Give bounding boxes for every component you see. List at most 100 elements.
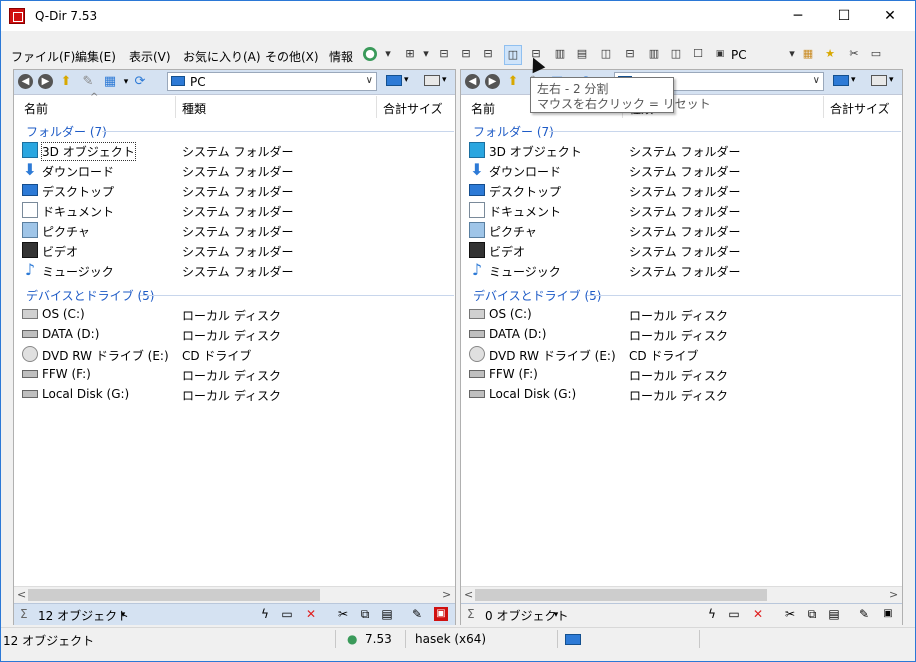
- list-item[interactable]: FFW (F:) ローカル ディスク: [14, 364, 455, 384]
- delete-icon[interactable]: ✕: [751, 607, 765, 621]
- rename-icon[interactable]: ▭: [280, 607, 294, 621]
- layout-grid-icon[interactable]: ⊞: [403, 47, 417, 61]
- pane-marker-icon[interactable]: ▣: [434, 607, 448, 621]
- list-item[interactable]: FFW (F:) ローカル ディスク: [461, 364, 902, 384]
- tools-icon[interactable]: ✂: [847, 47, 861, 61]
- favorites-star-icon[interactable]: ★: [823, 47, 837, 61]
- back-icon[interactable]: ◀: [465, 74, 480, 89]
- chevron-down-icon[interactable]: ∨: [366, 75, 373, 86]
- cut-icon[interactable]: ✂: [783, 607, 797, 621]
- list-item[interactable]: ビデオ システム フォルダー: [461, 240, 902, 260]
- list-item[interactable]: 3D オブジェクト システム フォルダー: [461, 140, 902, 160]
- monitor-icon[interactable]: [833, 75, 849, 86]
- column-divider[interactable]: [175, 96, 176, 118]
- left-address-bar[interactable]: PC ∨: [167, 72, 377, 91]
- scroll-left-icon[interactable]: <: [17, 588, 26, 601]
- column-total-size[interactable]: 合計サイズ: [830, 100, 890, 117]
- paste-icon[interactable]: ▤: [827, 607, 841, 621]
- scroll-thumb[interactable]: [475, 589, 767, 601]
- menu-info[interactable]: 情報: [329, 48, 353, 65]
- layout-3h-icon[interactable]: ▤: [575, 47, 589, 61]
- forward-icon[interactable]: ▶: [38, 74, 53, 89]
- layout-single-icon[interactable]: ☐: [691, 47, 705, 61]
- layout-3-mixed-icon[interactable]: ◫: [599, 47, 613, 61]
- layout-3v-icon[interactable]: ▥: [553, 47, 567, 61]
- scroll-right-icon[interactable]: >: [889, 588, 898, 601]
- group-folders[interactable]: フォルダー (7): [473, 123, 554, 139]
- close-button[interactable]: ✕: [867, 1, 913, 31]
- list-item[interactable]: ピクチャ システム フォルダー: [14, 220, 455, 240]
- chevron-down-icon[interactable]: ∨: [813, 75, 820, 86]
- list-item[interactable]: OS (C:) ローカル ディスク: [14, 304, 455, 324]
- new-folder-icon[interactable]: ✎: [80, 74, 96, 90]
- menu-file[interactable]: ファイル(F): [11, 48, 75, 65]
- list-item[interactable]: DVD RW ドライブ (E:) CD ドライブ: [14, 344, 455, 364]
- dropdown-arrow-icon[interactable]: ▾: [442, 75, 447, 85]
- list-item[interactable]: ⬇ ダウンロード システム フォルダー: [14, 160, 455, 180]
- app-icon[interactable]: [9, 8, 25, 24]
- list-item[interactable]: ♪ ミュージック システム フォルダー: [14, 260, 455, 280]
- dropdown-arrow-icon[interactable]: ▾: [116, 608, 130, 622]
- forward-icon[interactable]: ▶: [485, 74, 500, 89]
- list-item[interactable]: DVD RW ドライブ (E:) CD ドライブ: [461, 344, 902, 364]
- lightning-icon[interactable]: ϟ: [705, 607, 719, 621]
- paste-icon[interactable]: ▤: [380, 607, 394, 621]
- list-item[interactable]: 3D オブジェクト システム フォルダー: [14, 140, 455, 161]
- column-name[interactable]: 名前: [471, 100, 495, 117]
- list-item[interactable]: ビデオ システム フォルダー: [14, 240, 455, 260]
- properties-icon[interactable]: ✎: [857, 607, 871, 621]
- column-name[interactable]: 名前: [24, 100, 48, 117]
- list-item[interactable]: DATA (D:) ローカル ディスク: [14, 324, 455, 344]
- column-type[interactable]: 種類: [182, 100, 206, 117]
- group-folders[interactable]: フォルダー (7): [26, 123, 107, 139]
- dropdown-arrow-icon[interactable]: ▾: [785, 47, 799, 61]
- dropdown-arrow-icon[interactable]: ▾: [381, 47, 395, 61]
- layout-3-icon[interactable]: ⊟: [459, 47, 473, 61]
- list-item[interactable]: デスクトップ システム フォルダー: [14, 180, 455, 200]
- list-item[interactable]: ドキュメント システム フォルダー: [14, 200, 455, 220]
- copy-icon[interactable]: ⧉: [805, 607, 819, 621]
- folder-network-icon[interactable]: ▦: [801, 47, 815, 61]
- monitor-icon[interactable]: [386, 75, 402, 86]
- monitor-icon[interactable]: [565, 634, 581, 645]
- group-devices[interactable]: デバイスとドライブ (5): [26, 287, 154, 303]
- copy-icon[interactable]: ⧉: [358, 607, 372, 621]
- up-folder-icon[interactable]: ⬆: [58, 74, 74, 90]
- list-item[interactable]: Local Disk (G:) ローカル ディスク: [14, 384, 455, 404]
- layout-4v-icon[interactable]: ▥: [647, 47, 661, 61]
- list-item[interactable]: ピクチャ システム フォルダー: [461, 220, 902, 240]
- rename-icon[interactable]: ▭: [727, 607, 741, 621]
- dropdown-arrow-icon[interactable]: ▾: [549, 608, 563, 622]
- menu-view[interactable]: 表示(V): [129, 48, 171, 65]
- menu-other[interactable]: その他(X): [265, 48, 319, 65]
- maximize-button[interactable]: ☐: [821, 1, 867, 31]
- right-horizontal-scrollbar[interactable]: < >: [461, 586, 902, 604]
- up-folder-icon[interactable]: ⬆: [505, 74, 521, 90]
- menu-edit[interactable]: 編集(E): [75, 48, 116, 65]
- menu-favorites[interactable]: お気に入り(A): [183, 48, 261, 65]
- cut-icon[interactable]: ✂: [336, 607, 350, 621]
- layout-3-alt-icon[interactable]: ⊟: [623, 47, 637, 61]
- pc-button-label[interactable]: PC: [731, 48, 747, 62]
- refresh-icon[interactable]: ⟳: [132, 74, 148, 90]
- qdir-logo-icon[interactable]: ●: [363, 47, 377, 61]
- scroll-thumb[interactable]: [28, 589, 320, 601]
- layout-4-icon[interactable]: ⊟: [437, 47, 451, 61]
- dropdown-arrow-icon[interactable]: ▾: [851, 75, 856, 85]
- lightning-icon[interactable]: ϟ: [258, 607, 272, 621]
- list-item[interactable]: OS (C:) ローカル ディスク: [461, 304, 902, 324]
- list-item[interactable]: ⬇ ダウンロード システム フォルダー: [461, 160, 902, 180]
- pane-marker-icon[interactable]: ▣: [881, 607, 895, 621]
- pc-icon[interactable]: ▣: [713, 47, 727, 61]
- column-divider[interactable]: [376, 96, 377, 118]
- group-devices[interactable]: デバイスとドライブ (5): [473, 287, 601, 303]
- dropdown-arrow-icon[interactable]: ▾: [889, 75, 894, 85]
- column-total-size[interactable]: 合計サイズ: [383, 100, 443, 117]
- back-icon[interactable]: ◀: [18, 74, 33, 89]
- dropdown-arrow-icon[interactable]: ▾: [404, 75, 409, 85]
- list-item[interactable]: Local Disk (G:) ローカル ディスク: [461, 384, 902, 404]
- computer-icon[interactable]: [871, 75, 887, 86]
- computer-icon[interactable]: [424, 75, 440, 86]
- layout-4h-icon[interactable]: ◫: [669, 47, 683, 61]
- view-mode-icon[interactable]: ▦: [102, 74, 118, 90]
